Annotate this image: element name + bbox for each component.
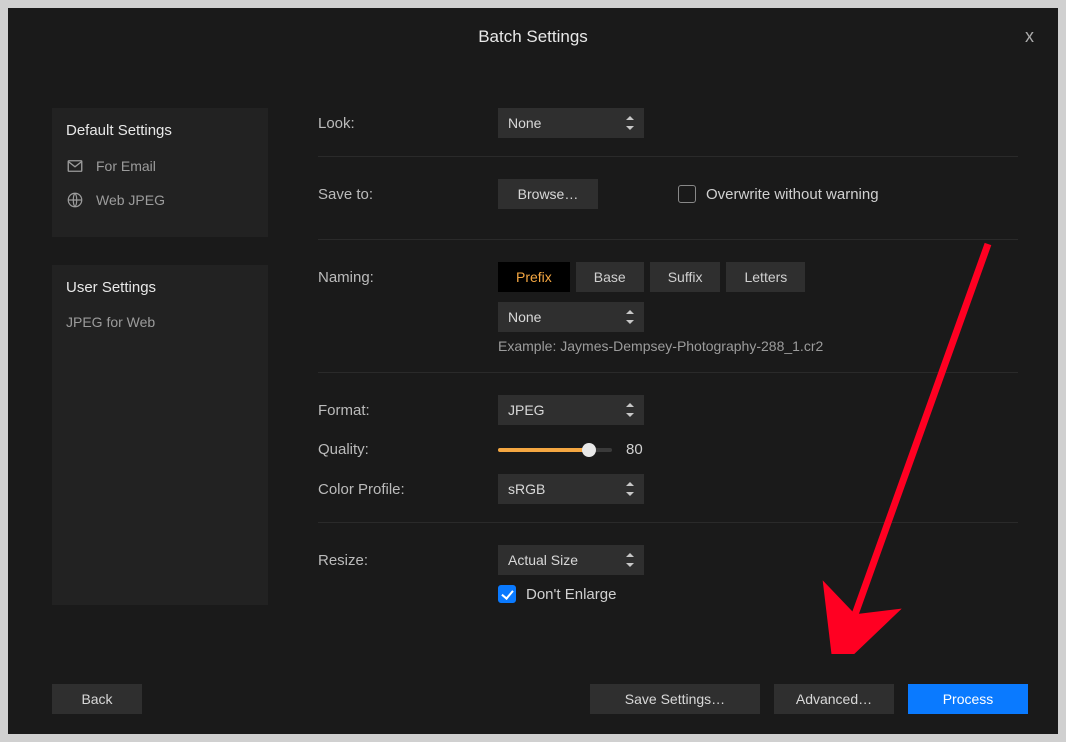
close-icon[interactable]: x: [1025, 26, 1034, 47]
dont-enlarge-checkbox[interactable]: [498, 585, 516, 603]
format-label: Format:: [318, 402, 488, 419]
globe-icon: [66, 191, 84, 209]
format-select[interactable]: JPEG: [498, 395, 644, 425]
sidebar: Default Settings For Email Web JPEG User…: [52, 66, 268, 734]
format-value: JPEG: [508, 402, 545, 418]
mail-icon: [66, 157, 84, 175]
sidebar-item-for-email[interactable]: For Email: [52, 149, 268, 183]
naming-label: Naming:: [318, 269, 488, 286]
overwrite-label[interactable]: Overwrite without warning: [706, 186, 879, 203]
tab-prefix[interactable]: Prefix: [498, 262, 570, 292]
settings-main: Look: None Save to: Browse… Overwrite wi…: [268, 66, 1058, 734]
chevron-updown-icon: [624, 116, 636, 130]
dont-enlarge-label[interactable]: Don't Enlarge: [526, 586, 616, 603]
tab-letters[interactable]: Letters: [726, 262, 805, 292]
colorprofile-label: Color Profile:: [318, 481, 488, 498]
look-select[interactable]: None: [498, 108, 644, 138]
colorprofile-value: sRGB: [508, 481, 545, 497]
titlebar: Batch Settings x: [8, 8, 1058, 66]
sidebar-header-default: Default Settings: [52, 108, 268, 149]
tab-suffix[interactable]: Suffix: [650, 262, 721, 292]
chevron-updown-icon: [624, 553, 636, 567]
look-label: Look:: [318, 115, 488, 132]
back-button[interactable]: Back: [52, 684, 142, 714]
browse-button[interactable]: Browse…: [498, 179, 598, 209]
quality-slider[interactable]: [498, 448, 612, 452]
colorprofile-select[interactable]: sRGB: [498, 474, 644, 504]
sidebar-item-label: JPEG for Web: [66, 314, 155, 330]
divider: [318, 522, 1018, 523]
naming-select[interactable]: None: [498, 302, 644, 332]
look-value: None: [508, 115, 541, 131]
save-to-label: Save to:: [318, 186, 488, 203]
save-settings-button[interactable]: Save Settings…: [590, 684, 760, 714]
sidebar-item-label: For Email: [96, 158, 156, 174]
resize-value: Actual Size: [508, 552, 578, 568]
sidebar-group-default: Default Settings For Email Web JPEG: [52, 108, 268, 237]
resize-label: Resize:: [318, 552, 488, 569]
overwrite-checkbox[interactable]: [678, 185, 696, 203]
sidebar-group-user: User Settings JPEG for Web: [52, 265, 268, 605]
dialog-title: Batch Settings: [478, 27, 588, 47]
dialog-footer: Back Save Settings… Advanced… Process: [52, 684, 1028, 714]
sidebar-item-jpeg-for-web[interactable]: JPEG for Web: [52, 306, 268, 338]
batch-settings-dialog: Batch Settings x Default Settings For Em…: [8, 8, 1058, 734]
resize-select[interactable]: Actual Size: [498, 545, 644, 575]
naming-example: Example: Jaymes-Dempsey-Photography-288_…: [488, 338, 1018, 354]
naming-tabs: Prefix Base Suffix Letters: [498, 262, 805, 292]
quality-value: 80: [626, 441, 643, 458]
divider: [318, 239, 1018, 240]
advanced-button[interactable]: Advanced…: [774, 684, 894, 714]
sidebar-header-user: User Settings: [52, 265, 268, 306]
dialog-body: Default Settings For Email Web JPEG User…: [8, 66, 1058, 734]
slider-thumb[interactable]: [582, 443, 596, 457]
naming-value: None: [508, 309, 541, 325]
divider: [318, 372, 1018, 373]
process-button[interactable]: Process: [908, 684, 1028, 714]
sidebar-item-web-jpeg[interactable]: Web JPEG: [52, 183, 268, 217]
quality-label: Quality:: [318, 441, 488, 458]
divider: [318, 156, 1018, 157]
sidebar-item-label: Web JPEG: [96, 192, 165, 208]
tab-base[interactable]: Base: [576, 262, 644, 292]
chevron-updown-icon: [624, 310, 636, 324]
chevron-updown-icon: [624, 482, 636, 496]
chevron-updown-icon: [624, 403, 636, 417]
